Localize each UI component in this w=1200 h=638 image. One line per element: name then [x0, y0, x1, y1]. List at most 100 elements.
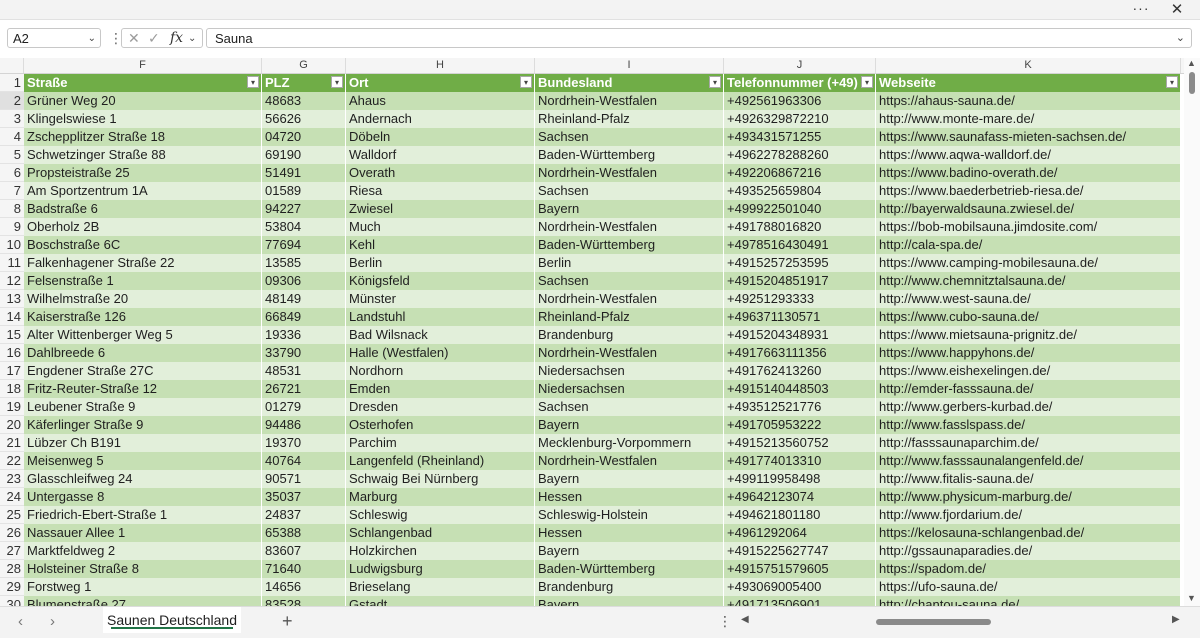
cell-strasse[interactable]: Holsteiner Straße 8 [24, 560, 262, 578]
cell-webseite[interactable]: https://www.mietsauna-prignitz.de/ [876, 326, 1181, 344]
cell-webseite[interactable]: http://www.fasslspass.de/ [876, 416, 1181, 434]
cell-plz[interactable]: 71640 [262, 560, 346, 578]
cell-ort[interactable]: Andernach [346, 110, 535, 128]
cell-telefon[interactable]: +499119958498 [724, 470, 876, 488]
column-header-g[interactable]: G [262, 58, 346, 73]
cell-bundesland[interactable]: Bayern [535, 416, 724, 434]
cell-telefon[interactable]: +493069005400 [724, 578, 876, 596]
cell-telefon[interactable]: +491762413260 [724, 362, 876, 380]
cell-webseite[interactable]: https://www.eishexelingen.de/ [876, 362, 1181, 380]
cell-ort[interactable]: Gstadt [346, 596, 535, 606]
cell-ort[interactable]: Schleswig [346, 506, 535, 524]
column-header-j[interactable]: J [724, 58, 876, 73]
row-number[interactable]: 11 [0, 254, 24, 272]
cell-webseite[interactable]: https://www.baederbetrieb-riesa.de/ [876, 182, 1181, 200]
cell-webseite[interactable]: http://www.gerbers-kurbad.de/ [876, 398, 1181, 416]
cell-webseite[interactable]: http://www.west-sauna.de/ [876, 290, 1181, 308]
cell-plz[interactable]: 48683 [262, 92, 346, 110]
cell-plz[interactable]: 48531 [262, 362, 346, 380]
cell-plz[interactable]: 77694 [262, 236, 346, 254]
spreadsheet-grid[interactable]: F G H I J K 1 Straße ▾ PLZ ▾ Ort ▾ Bundesla… [0, 58, 1184, 606]
cell-telefon[interactable]: +4915213560752 [724, 434, 876, 452]
cell-strasse[interactable]: Käferlinger Straße 9 [24, 416, 262, 434]
column-header-i[interactable]: I [535, 58, 724, 73]
cell-plz[interactable]: 01279 [262, 398, 346, 416]
cell-telefon[interactable]: +4915225627747 [724, 542, 876, 560]
row-number[interactable]: 22 [0, 452, 24, 470]
cell-ort[interactable]: Holzkirchen [346, 542, 535, 560]
cell-webseite[interactable]: http://gssaunaparadies.de/ [876, 542, 1181, 560]
row-number[interactable]: 7 [0, 182, 24, 200]
cell-webseite[interactable]: https://www.saunafass-mieten-sachsen.de/ [876, 128, 1181, 146]
scroll-right-icon[interactable]: ▶ [1172, 614, 1180, 625]
row-number[interactable]: 8 [0, 200, 24, 218]
cell-telefon[interactable]: +496371130571 [724, 308, 876, 326]
cell-plz[interactable]: 35037 [262, 488, 346, 506]
cell-telefon[interactable]: +4962278288260 [724, 146, 876, 164]
row-number[interactable]: 19 [0, 398, 24, 416]
cell-strasse[interactable]: Friedrich-Ebert-Straße 1 [24, 506, 262, 524]
sheet-tab-saunen-deutschland[interactable]: Saunen Deutschland [103, 607, 241, 633]
cell-webseite[interactable]: http://fasssaunaparchim.de/ [876, 434, 1181, 452]
cell-strasse[interactable]: Blumenstraße 27 [24, 596, 262, 606]
scroll-up-icon[interactable]: ▲ [1187, 58, 1196, 68]
cell-bundesland[interactable]: Nordrhein-Westfalen [535, 452, 724, 470]
cell-bundesland[interactable]: Bayern [535, 542, 724, 560]
cell-bundesland[interactable]: Bayern [535, 470, 724, 488]
cell-telefon[interactable]: +4915140448503 [724, 380, 876, 398]
filter-dropdown-icon[interactable]: ▾ [520, 76, 532, 88]
cell-strasse[interactable]: Marktfeldweg 2 [24, 542, 262, 560]
cell-plz[interactable]: 24837 [262, 506, 346, 524]
row-number[interactable]: 12 [0, 272, 24, 290]
cell-ort[interactable]: Emden [346, 380, 535, 398]
row-number[interactable]: 3 [0, 110, 24, 128]
cell-bundesland[interactable]: Mecklenburg-Vorpommern [535, 434, 724, 452]
header-cell-ort[interactable]: Ort ▾ [346, 74, 535, 92]
cell-strasse[interactable]: Wilhelmstraße 20 [24, 290, 262, 308]
row-number[interactable]: 26 [0, 524, 24, 542]
cell-telefon[interactable]: +492561963306 [724, 92, 876, 110]
cell-webseite[interactable]: https://www.badino-overath.de/ [876, 164, 1181, 182]
cell-plz[interactable]: 65388 [262, 524, 346, 542]
cell-bundesland[interactable]: Baden-Württemberg [535, 236, 724, 254]
cell-ort[interactable]: Marburg [346, 488, 535, 506]
cell-strasse[interactable]: Falkenhagener Straße 22 [24, 254, 262, 272]
cell-ort[interactable]: Döbeln [346, 128, 535, 146]
cell-strasse[interactable]: Meisenweg 5 [24, 452, 262, 470]
cell-ort[interactable]: Zwiesel [346, 200, 535, 218]
vertical-scrollbar[interactable]: ▲ ▼ [1184, 58, 1200, 606]
select-all-corner[interactable] [0, 58, 24, 73]
cell-telefon[interactable]: +4917663111356 [724, 344, 876, 362]
row-number[interactable]: 4 [0, 128, 24, 146]
cell-bundesland[interactable]: Sachsen [535, 182, 724, 200]
row-number[interactable]: 6 [0, 164, 24, 182]
cell-webseite[interactable]: http://www.chemnitztalsauna.de/ [876, 272, 1181, 290]
cell-bundesland[interactable]: Sachsen [535, 128, 724, 146]
add-sheet-button[interactable]: + [282, 611, 293, 632]
cell-plz[interactable]: 56626 [262, 110, 346, 128]
chevron-down-icon[interactable]: ⌄ [188, 29, 196, 48]
cell-webseite[interactable]: http://emder-fasssauna.de/ [876, 380, 1181, 398]
cell-strasse[interactable]: Kaiserstraße 126 [24, 308, 262, 326]
cell-strasse[interactable]: Lübzer Ch B191 [24, 434, 262, 452]
cell-bundesland[interactable]: Nordrhein-Westfalen [535, 344, 724, 362]
header-cell-plz[interactable]: PLZ ▾ [262, 74, 346, 92]
cell-ort[interactable]: Much [346, 218, 535, 236]
cell-plz[interactable]: 83607 [262, 542, 346, 560]
cell-ort[interactable]: Brieselang [346, 578, 535, 596]
scroll-left-icon[interactable]: ◀ [741, 614, 749, 625]
cell-bundesland[interactable]: Niedersachsen [535, 362, 724, 380]
cell-plz[interactable]: 66849 [262, 308, 346, 326]
cell-ort[interactable]: Walldorf [346, 146, 535, 164]
row-number[interactable]: 13 [0, 290, 24, 308]
filter-dropdown-icon[interactable]: ▾ [331, 76, 343, 88]
row-number[interactable]: 28 [0, 560, 24, 578]
cell-plz[interactable]: 83528 [262, 596, 346, 606]
next-sheet-icon[interactable]: › [50, 613, 55, 630]
cell-bundesland[interactable]: Nordrhein-Westfalen [535, 218, 724, 236]
header-cell-telefon[interactable]: Telefonnummer (+49) ▾ [724, 74, 876, 92]
cell-ort[interactable]: Nordhorn [346, 362, 535, 380]
cell-ort[interactable]: Königsfeld [346, 272, 535, 290]
row-number[interactable]: 20 [0, 416, 24, 434]
cell-telefon[interactable]: +491705953222 [724, 416, 876, 434]
